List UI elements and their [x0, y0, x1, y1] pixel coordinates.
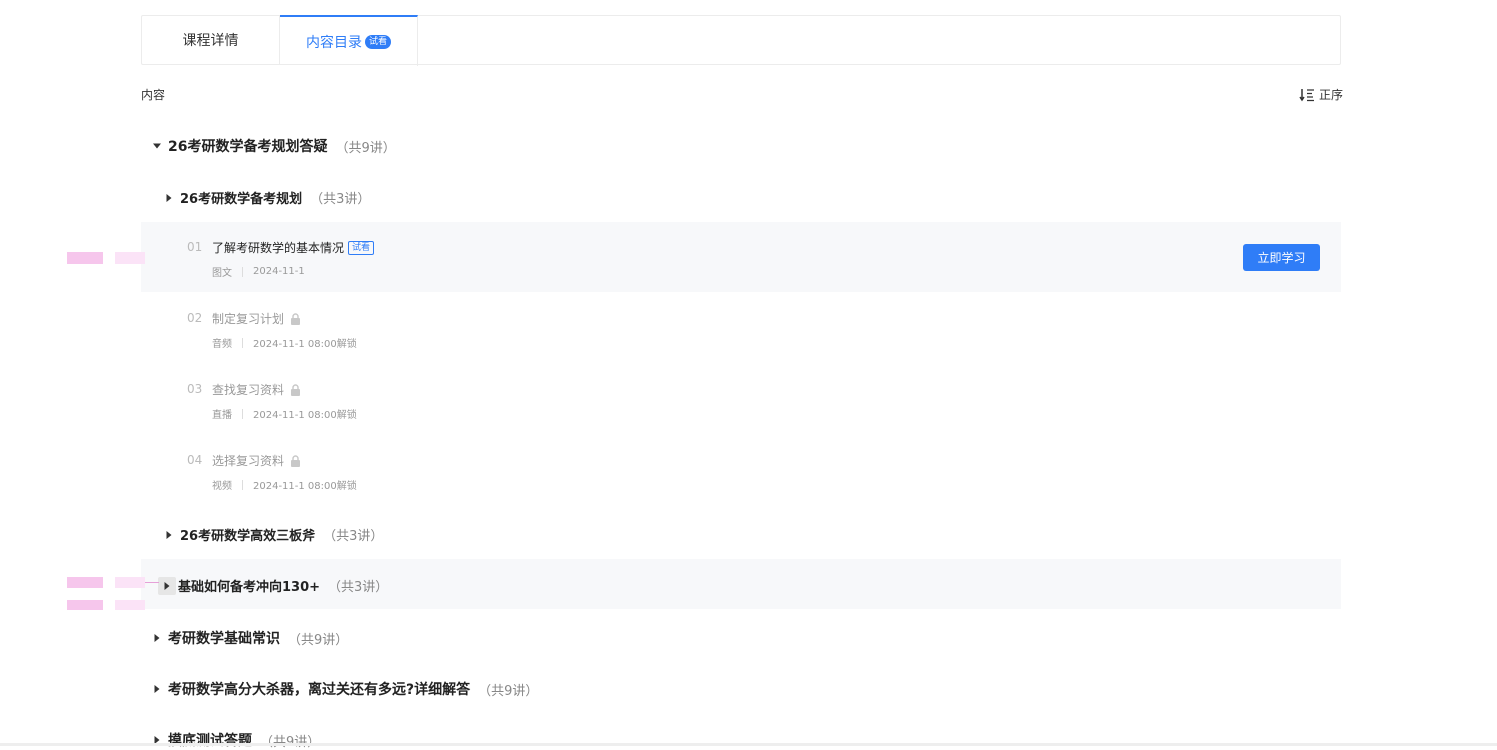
lock-icon	[291, 312, 301, 325]
lesson-date: 2024-11-1 08:00解锁	[253, 339, 357, 350]
catalog-subgroup[interactable]: 26考研数学高效三板斧 （共3讲）	[162, 525, 383, 544]
subgroup-title: 26考研数学备考规划	[180, 192, 303, 207]
subgroup-count: （共3讲）	[328, 580, 389, 595]
divider	[242, 479, 243, 490]
decoration	[67, 600, 103, 610]
decoration	[115, 577, 145, 588]
catalog-group[interactable]: 考研数学基础常识 （共9讲）	[150, 628, 348, 648]
group-title: 摸底测试答题	[168, 733, 252, 749]
lesson-type: 图文	[212, 268, 232, 279]
lesson-meta: 音频 2024-11-1 08:00解锁	[212, 335, 357, 350]
lesson-row[interactable]: 02 制定复习计划 音频 2024-11-1 08:00解锁	[141, 293, 1341, 363]
lesson-title-text: 查找复习资料	[212, 383, 285, 397]
tab-bar: 课程详情 内容目录 试看	[141, 15, 1341, 66]
lesson-row[interactable]: 03 查找复习资料 直播 2024-11-1 08:00解锁	[141, 364, 1341, 434]
tab-content-catalog[interactable]: 内容目录 试看	[280, 15, 418, 66]
decoration	[145, 582, 159, 583]
catalog-subgroup[interactable]: 基础如何备考冲向130+ （共3讲）	[158, 576, 389, 595]
lesson-title-text: 制定复习计划	[212, 312, 285, 326]
trial-badge: 试看	[364, 34, 391, 49]
lock-icon	[291, 383, 301, 396]
lesson-title: 选择复习资料	[212, 452, 301, 469]
sort-toggle[interactable]: 正序	[1299, 86, 1343, 103]
lesson-title: 制定复习计划	[212, 310, 301, 327]
group-count: （共9讲）	[288, 632, 349, 648]
catalog-group[interactable]: 26考研数学备考规划答疑 （共9讲）	[150, 136, 396, 156]
lesson-row[interactable]: 04 选择复习资料 视频 2024-11-1 08:00解锁	[141, 435, 1341, 505]
subgroup-title: 基础如何备考冲向130+	[178, 580, 321, 595]
lock-icon	[291, 454, 301, 467]
lesson-row[interactable]: 01 了解考研数学的基本情况 试看 图文 2024-11-1 立即学习	[141, 222, 1341, 292]
lesson-type: 音频	[212, 339, 232, 350]
tab-course-detail-label: 课程详情	[182, 33, 239, 49]
group-count: （共9讲）	[260, 734, 321, 750]
lesson-meta: 图文 2024-11-1	[212, 264, 305, 279]
group-count: （共9讲）	[335, 140, 396, 156]
lesson-date: 2024-11-1	[253, 266, 305, 277]
subgroup-title: 26考研数学高效三板斧	[180, 529, 316, 544]
lesson-title-text: 了解考研数学的基本情况	[212, 241, 345, 255]
lesson-title: 了解考研数学的基本情况 试看	[212, 239, 375, 256]
catalog-group[interactable]: 考研数学高分大杀器，离过关还有多远?详细解答 （共9讲）	[150, 679, 538, 699]
lesson-title-text: 选择复习资料	[212, 454, 285, 468]
caret-right-icon	[162, 191, 176, 205]
lesson-number: 03	[187, 382, 203, 396]
catalog-group[interactable]: 摸底测试答题 （共9讲）	[150, 730, 320, 750]
group-count: （共9讲）	[478, 683, 539, 699]
divider	[242, 266, 243, 277]
subgroup-count: （共3讲）	[323, 529, 384, 544]
tab-course-detail[interactable]: 课程详情	[142, 16, 280, 64]
content-heading: 内容	[141, 88, 166, 102]
divider	[242, 337, 243, 348]
decoration	[67, 577, 103, 588]
group-title: 26考研数学备考规划答疑	[168, 139, 328, 155]
study-now-button[interactable]: 立即学习	[1243, 244, 1320, 271]
caret-right-icon	[150, 631, 164, 645]
group-title: 考研数学基础常识	[168, 631, 280, 647]
decoration	[115, 600, 145, 610]
lesson-date: 2024-11-1 08:00解锁	[253, 481, 357, 492]
lesson-type: 直播	[212, 410, 232, 421]
subgroup-count: （共3讲）	[310, 192, 371, 207]
lesson-number: 02	[187, 311, 203, 325]
group-title: 考研数学高分大杀器，离过关还有多远?详细解答	[168, 682, 471, 698]
decoration	[67, 252, 103, 264]
catalog-subgroup[interactable]: 26考研数学备考规划 （共3讲）	[162, 188, 370, 207]
lesson-date: 2024-11-1 08:00解锁	[253, 410, 357, 421]
lesson-number: 04	[187, 453, 203, 467]
divider	[242, 408, 243, 419]
lesson-type: 视频	[212, 481, 232, 492]
decoration	[115, 252, 145, 264]
caret-right-icon	[150, 682, 164, 696]
lesson-number: 01	[187, 240, 203, 254]
trial-tag: 试看	[348, 240, 375, 255]
lesson-meta: 直播 2024-11-1 08:00解锁	[212, 406, 357, 421]
lesson-meta: 视频 2024-11-1 08:00解锁	[212, 477, 357, 492]
sort-label: 正序	[1318, 88, 1343, 102]
caret-down-icon	[150, 139, 164, 153]
sort-ascending-icon	[1299, 88, 1314, 101]
caret-right-icon	[158, 576, 176, 595]
lesson-title: 查找复习资料	[212, 381, 301, 398]
tab-content-catalog-label: 内容目录	[305, 34, 362, 51]
caret-right-icon	[162, 528, 176, 542]
